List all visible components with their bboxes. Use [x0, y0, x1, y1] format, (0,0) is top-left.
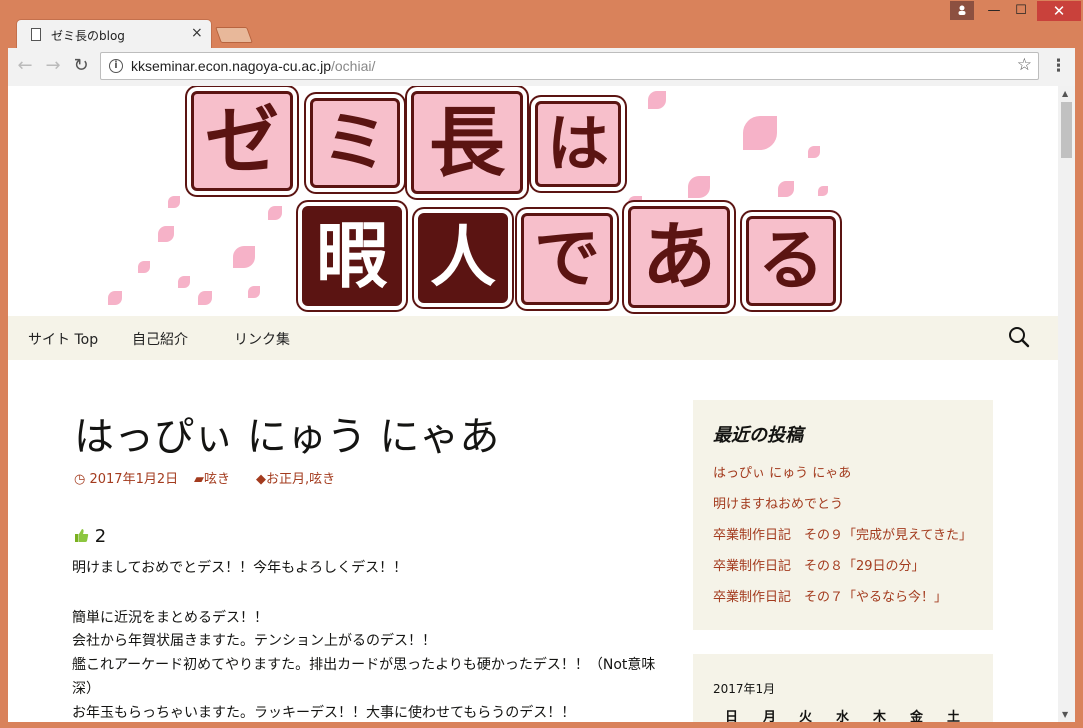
- post-paragraph: 艦これアーケード初めてやりますた。排出カードが思ったよりも硬かったデス！！（No…: [72, 657, 656, 673]
- info-icon[interactable]: i: [109, 59, 123, 73]
- title-tile: は: [535, 101, 621, 187]
- title-tile: ミ: [310, 98, 400, 188]
- title-tile: ゼ: [191, 91, 293, 191]
- recent-post-link[interactable]: 卒業制作日記 その８「29日の分」: [713, 555, 925, 574]
- browser-tab[interactable]: ゼミ長のblog ×: [16, 19, 212, 49]
- post-paragraph: 会社から年賀状届きますた。テンション上がるのデス！！: [72, 633, 436, 649]
- recent-post-link[interactable]: 明けますねおめでとう: [713, 493, 843, 512]
- post-tags-text: お正月,呟き: [266, 472, 336, 487]
- page-viewport: ゼ ミ 長 は 暇 人 で あ る サイト Top 自己紹介 リンク集 はっぴぃ…: [8, 86, 1058, 722]
- site-header-banner[interactable]: ゼ ミ 長 は 暇 人 で あ る: [8, 86, 1058, 316]
- calendar-day-header: 木: [873, 710, 887, 722]
- new-tab-button[interactable]: [215, 27, 253, 43]
- post-tags[interactable]: ◆お正月,呟き: [256, 468, 335, 487]
- scrollbar-thumb[interactable]: [1061, 102, 1072, 158]
- title-tile: あ: [628, 206, 730, 308]
- recent-post-link[interactable]: はっぴぃ にゅう にゃあ: [713, 462, 851, 481]
- url-path: /ochiai/: [331, 58, 376, 74]
- title-tile: 暇: [302, 206, 402, 306]
- page-scrollbar[interactable]: ▲ ▼: [1058, 86, 1075, 722]
- url-host: kkseminar.econ.nagoya-cu.ac.jp: [131, 58, 331, 74]
- maximize-button[interactable]: ☐: [1010, 1, 1032, 21]
- back-button[interactable]: ←: [14, 55, 36, 77]
- like-count: 2: [94, 526, 107, 547]
- scroll-up-arrow-icon[interactable]: ▲: [1062, 89, 1068, 98]
- recent-posts-title: 最近の投稿: [713, 425, 803, 446]
- post-paragraph: 深）: [72, 681, 100, 697]
- tab-close-button[interactable]: ×: [191, 25, 203, 41]
- petal: [778, 181, 794, 197]
- address-bar[interactable]: i kkseminar.econ.nagoya-cu.ac.jp/ochiai/…: [100, 52, 1039, 80]
- nav-item-profile[interactable]: 自己紹介: [132, 329, 188, 349]
- search-icon[interactable]: [1008, 326, 1030, 348]
- post-category[interactable]: ▰呟き: [194, 468, 230, 487]
- petal: [688, 176, 710, 198]
- title-bar: ゼミ長のblog × — ☐ ✕: [0, 0, 1083, 49]
- document-icon: [31, 28, 41, 41]
- petal: [818, 186, 828, 196]
- reload-button[interactable]: ↻: [70, 55, 92, 77]
- petal: [808, 146, 820, 158]
- tab-title: ゼミ長のblog: [51, 29, 125, 43]
- scroll-down-arrow-icon[interactable]: ▼: [1062, 710, 1068, 719]
- browser-window: ゼミ長のblog × — ☐ ✕ ← → ↻ i kkseminar.econ.…: [0, 0, 1083, 728]
- url-text[interactable]: kkseminar.econ.nagoya-cu.ac.jp/ochiai/: [131, 58, 375, 74]
- petal: [648, 91, 666, 109]
- petal: [743, 116, 777, 150]
- thumbs-up-icon: [75, 529, 89, 542]
- calendar-day-header: 月: [763, 710, 777, 722]
- title-tile: で: [521, 213, 613, 305]
- calendar-day-header: 火: [799, 710, 813, 722]
- petal: [138, 261, 150, 273]
- petal: [248, 286, 260, 298]
- minimize-button[interactable]: —: [984, 1, 1004, 21]
- calendar-widget: 2017年1月 日 月 火 水 木 金 土: [693, 654, 993, 722]
- bookmark-star-icon[interactable]: ☆: [1017, 55, 1032, 75]
- nav-item-links[interactable]: リンク集: [234, 329, 290, 349]
- post-category-text: 呟き: [204, 472, 231, 487]
- calendar-caption: 2017年1月: [713, 682, 776, 696]
- recent-post-link[interactable]: 卒業制作日記 その９「完成が見えてきた」: [713, 524, 972, 543]
- recent-posts-widget: 最近の投稿 はっぴぃ にゅう にゃあ 明けますねおめでとう 卒業制作日記 その９…: [693, 400, 993, 630]
- title-tile: 長: [411, 91, 523, 194]
- petal: [233, 246, 255, 268]
- calendar-day-header: 金: [910, 710, 924, 722]
- post-paragraph: 簡単に近況をまとめるデス！！: [72, 610, 268, 626]
- calendar-day-header: 土: [947, 710, 961, 722]
- browser-menu-icon[interactable]: ⋮: [1050, 56, 1067, 76]
- petal: [178, 276, 190, 288]
- title-tile: 人: [418, 213, 508, 303]
- main-navigation: サイト Top 自己紹介 リンク集: [8, 316, 1058, 360]
- user-profile-button[interactable]: [950, 1, 974, 20]
- petal: [268, 206, 282, 220]
- post-date[interactable]: ◷ 2017年1月2日: [74, 468, 178, 487]
- post-paragraph: 明けましておめでとデス！！今年もよろしくデス！！: [72, 560, 408, 576]
- browser-toolbar: ← → ↻ i kkseminar.econ.nagoya-cu.ac.jp/o…: [8, 48, 1075, 86]
- petal: [108, 291, 122, 305]
- title-tile: る: [746, 216, 836, 306]
- person-icon: [958, 5, 966, 15]
- forward-button[interactable]: →: [42, 55, 64, 77]
- petal: [158, 226, 174, 242]
- like-counter[interactable]: 2: [74, 526, 106, 547]
- post-paragraph: お年玉もらっちゃいますた。ラッキーデス！！大事に使わせてもらうのデス！！: [72, 705, 576, 721]
- calendar-day-header: 日: [725, 710, 739, 722]
- calendar-day-header: 水: [836, 710, 850, 722]
- close-window-button[interactable]: ✕: [1037, 1, 1081, 21]
- post-title[interactable]: はっぴぃ にゅう にゃあ: [74, 404, 499, 462]
- petal: [198, 291, 212, 305]
- nav-item-site-top[interactable]: サイト Top: [28, 329, 98, 349]
- post-date-text: 2017年1月2日: [89, 472, 179, 487]
- recent-post-link[interactable]: 卒業制作日記 その７「やるなら今！」: [713, 586, 947, 605]
- petal: [168, 196, 180, 208]
